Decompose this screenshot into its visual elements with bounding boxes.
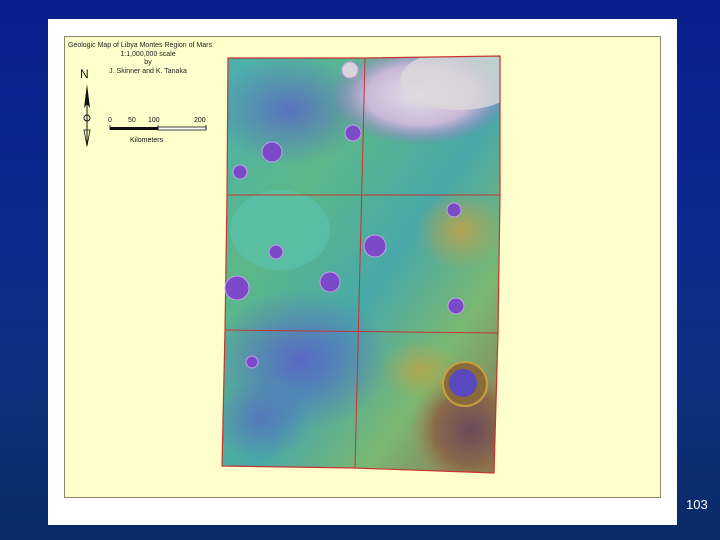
crater [232,164,248,180]
crater [446,202,462,218]
crater [363,234,387,258]
crater [261,141,283,163]
large-crater [449,369,477,397]
elevation-map [221,55,501,474]
crater [245,355,259,369]
crater [341,61,359,79]
crater [224,275,250,301]
crater [268,244,284,260]
crater [447,297,465,315]
crater [319,271,341,293]
crater [344,124,362,142]
page-number: 103 [686,497,708,512]
